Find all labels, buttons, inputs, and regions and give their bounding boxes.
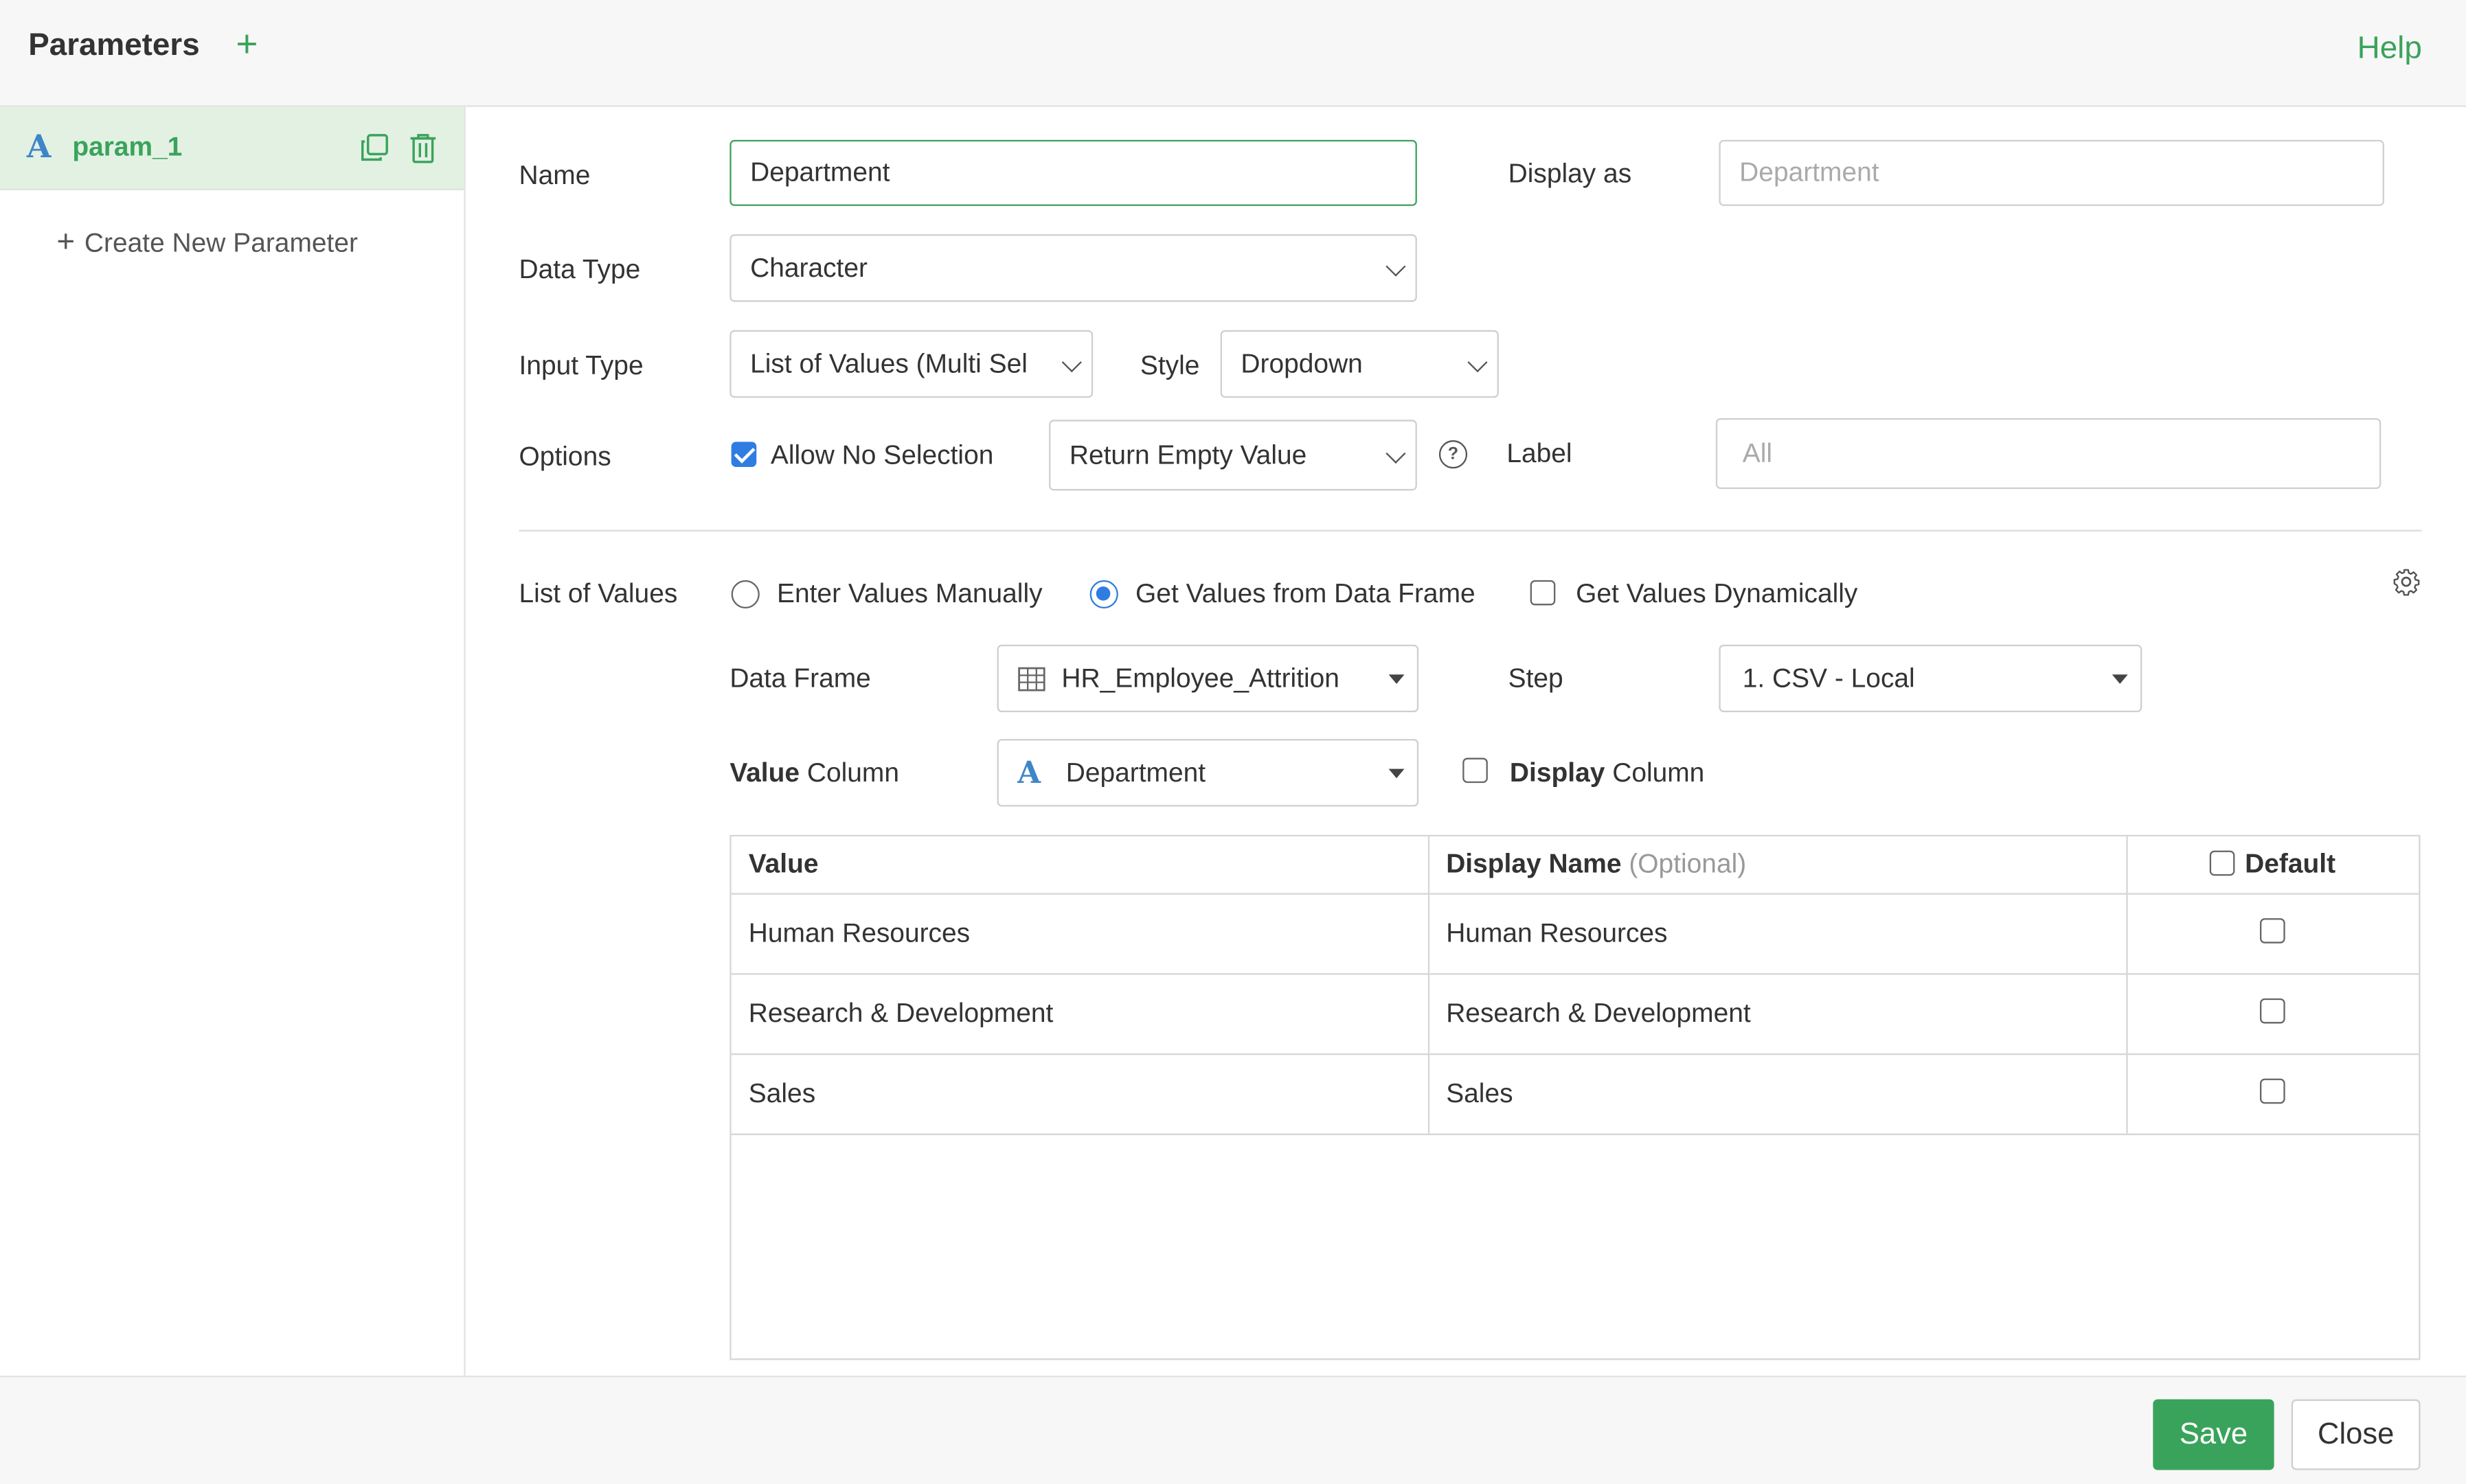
table-header-row: Value Display Name (Optional) Default (731, 836, 2419, 895)
save-button[interactable]: Save (2153, 1399, 2274, 1470)
label-input[interactable]: All (1715, 418, 2382, 490)
style-value: Dropdown (1241, 348, 1363, 378)
get-values-from-data-frame-label: Get Values from Data Frame (1135, 578, 1475, 609)
dialog-footer: Save Close (0, 1375, 2466, 1484)
data-type-label: Data Type (519, 254, 641, 285)
step-label: Step (1508, 663, 1563, 694)
value-column-select[interactable]: A Department (997, 739, 1419, 807)
data-frame-select[interactable]: HR_Employee_Attrition (997, 644, 1419, 713)
input-type-select[interactable]: List of Values (Multi Sel (729, 330, 1094, 398)
table-icon (1018, 666, 1045, 691)
step-value: 1. CSV - Local (1742, 663, 1915, 693)
row-value: Human Resources (731, 893, 1429, 975)
chevron-down-icon (1467, 352, 1488, 372)
row-default-checkbox[interactable] (2260, 1077, 2286, 1104)
close-button[interactable]: Close (2291, 1399, 2421, 1470)
table-row: Sales Sales (731, 1054, 2419, 1136)
allow-no-selection-label: Allow No Selection (770, 440, 994, 470)
question-help-icon[interactable]: ? (1438, 440, 1468, 469)
chevron-down-icon (1385, 255, 1406, 276)
step-select[interactable]: 1. CSV - Local (1719, 644, 2142, 713)
dialog-header: Parameters + Help (0, 0, 2466, 107)
style-select[interactable]: Dropdown (1220, 330, 1499, 398)
parameters-dialog: Parameters + Help A param_1 + Create New … (0, 0, 2466, 1484)
data-type-select[interactable]: Character (729, 234, 1417, 302)
get-values-dynamically-checkbox[interactable] (1530, 580, 1556, 606)
row-display-name: Sales (1427, 1054, 2127, 1136)
data-type-value: Character (750, 252, 868, 282)
row-default-cell (2126, 893, 2419, 975)
data-frame-value: HR_Employee_Attrition (1061, 663, 1339, 693)
row-default-cell (2126, 974, 2419, 1055)
caret-down-icon (2112, 674, 2128, 683)
duplicate-icon[interactable] (360, 134, 388, 162)
parameter-name: param_1 (72, 132, 183, 162)
get-values-from-data-frame-radio[interactable] (1089, 580, 1118, 609)
display-as-label: Display as (1508, 159, 1632, 189)
chevron-down-icon (1061, 352, 1082, 372)
gear-icon[interactable] (2392, 568, 2420, 596)
style-label: Style (1140, 350, 1200, 381)
enter-values-manually-radio[interactable] (731, 580, 760, 609)
name-label: Name (519, 160, 591, 191)
row-display-name: Human Resources (1427, 893, 2127, 975)
display-as-input[interactable]: Department (1719, 139, 2384, 206)
display-as-placeholder: Department (1739, 157, 1879, 187)
input-type-label: Input Type (519, 350, 644, 381)
create-new-parameter-link[interactable]: + Create New Parameter (56, 225, 358, 261)
help-link[interactable]: Help (2357, 32, 2422, 68)
caret-down-icon (1388, 674, 1405, 683)
enter-values-manually-label: Enter Values Manually (777, 578, 1043, 609)
add-parameter-icon[interactable]: + (236, 23, 258, 67)
display-column-checkbox[interactable] (1462, 757, 1488, 784)
divider (519, 529, 2422, 532)
options-label: Options (519, 442, 611, 472)
sidebar: A param_1 + Create New Parameter (0, 106, 466, 1376)
default-all-checkbox[interactable] (2210, 850, 2236, 876)
data-frame-label: Data Frame (729, 663, 871, 694)
character-type-icon: A (26, 127, 52, 165)
list-of-values-label: List of Values (519, 578, 678, 609)
name-input[interactable]: Department (729, 139, 1417, 206)
label-label: Label (1506, 438, 1572, 469)
input-type-value: List of Values (Multi Sel (750, 348, 1028, 378)
value-column-value: Department (1065, 757, 1206, 787)
allow-no-selection-checkbox[interactable] (731, 442, 757, 467)
sidebar-item-param[interactable]: A param_1 (0, 106, 464, 191)
table-row: Human Resources Human Resources (731, 893, 2419, 975)
display-name-column-header: Display Name (Optional) (1427, 836, 2127, 895)
return-value-select[interactable]: Return Empty Value (1049, 420, 1417, 491)
value-column-label: Value Column (729, 757, 899, 788)
row-value: Sales (731, 1054, 1429, 1136)
row-value: Research & Development (731, 974, 1429, 1055)
value-column-header: Value (731, 836, 1429, 895)
trash-icon[interactable] (409, 132, 437, 163)
values-table: Value Display Name (Optional) Default Hu… (729, 834, 2421, 1360)
row-display-name: Research & Development (1427, 974, 2127, 1055)
row-default-cell (2126, 1054, 2419, 1136)
get-values-dynamically-label: Get Values Dynamically (1576, 578, 1858, 609)
caret-down-icon (1388, 768, 1405, 778)
name-input-value: Department (750, 157, 890, 187)
page-title: Parameters (28, 28, 200, 63)
character-type-icon: A (1017, 755, 1041, 790)
label-placeholder: All (1742, 437, 1773, 468)
chevron-down-icon (1385, 442, 1406, 463)
table-row: Research & Development Research & Develo… (731, 974, 2419, 1055)
create-new-label: Create New Parameter (84, 227, 358, 258)
plus-icon: + (56, 225, 76, 260)
return-value-value: Return Empty Value (1069, 439, 1307, 470)
display-column-label: Display Column (1509, 757, 1705, 788)
default-column-header: Default (2126, 836, 2419, 895)
row-default-checkbox[interactable] (2260, 917, 2286, 943)
row-default-checkbox[interactable] (2260, 997, 2286, 1023)
